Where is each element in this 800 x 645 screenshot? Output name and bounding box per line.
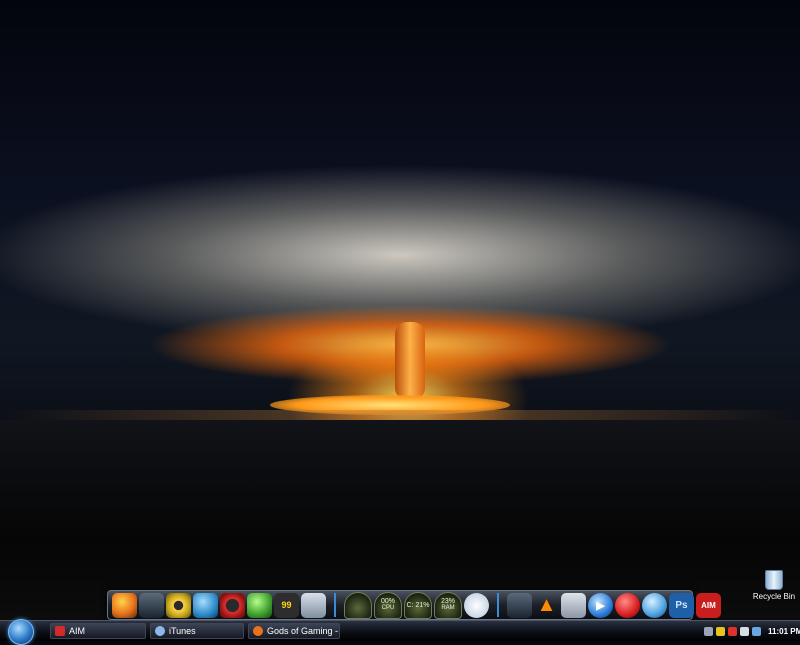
cpu-gauge-value: 00% [380, 598, 395, 605]
wallpaper-explosion-stem [395, 322, 425, 400]
tray-shield-icon[interactable] [716, 626, 725, 636]
photoshop-icon[interactable]: Ps [669, 592, 694, 618]
wallpaper-horizon [0, 410, 800, 420]
aim-running-man-icon[interactable] [615, 592, 640, 618]
blank-gauge [344, 591, 372, 619]
drive-icon[interactable] [561, 592, 586, 618]
red-ring-icon[interactable] [220, 592, 245, 618]
steam-icon[interactable] [139, 592, 164, 618]
task-aim[interactable]: AIM [50, 623, 146, 639]
recycle-bin-label: Recycle Bin [752, 592, 796, 601]
tray-network-icon[interactable] [752, 626, 761, 636]
network-icon[interactable] [642, 592, 667, 618]
terminal-icon[interactable] [507, 592, 532, 618]
tray-aim-icon[interactable] [728, 626, 737, 636]
desktop-wallpaper: Recycle Bin 99 00% CPU C: 21% 23% RAM ▲ [0, 0, 800, 620]
aim-icon [55, 626, 65, 636]
dock-separator [497, 593, 499, 617]
drive-gauge: C: 21% [404, 591, 432, 619]
tray-chevron-icon[interactable] [704, 626, 713, 636]
start-orb-icon[interactable] [8, 619, 34, 645]
recycle-bin-shortcut[interactable]: Recycle Bin [752, 570, 796, 601]
task-aim-label: AIM [69, 626, 86, 636]
clock-icon[interactable] [464, 592, 489, 618]
dock-separator [334, 593, 336, 617]
globe-icon[interactable] [193, 592, 218, 618]
green-grid-icon[interactable] [247, 592, 272, 618]
firefox-icon [253, 626, 263, 636]
tray-speaker-icon[interactable] [740, 626, 749, 636]
recycle-bin-icon [765, 570, 783, 590]
task-itunes-label: iTunes [169, 626, 196, 636]
ram-gauge: 23% RAM [434, 591, 462, 619]
score-99-icon[interactable]: 99 [274, 592, 299, 618]
ram-gauge-label: RAM [441, 605, 455, 611]
itunes-icon [155, 626, 165, 636]
system-tray: 11:01 PM [704, 623, 800, 639]
firefox-icon[interactable] [112, 592, 137, 618]
cpu-gauge-label: CPU [381, 605, 395, 611]
cpu-gauge: 00% CPU [374, 591, 402, 619]
vlc-icon[interactable]: ▲ [534, 593, 559, 618]
taskbar: AIM iTunes Gods of Gaming - ... 11:01 PM [0, 619, 800, 645]
dock: 99 00% CPU C: 21% 23% RAM ▲ ▶ Ps AIM [107, 590, 721, 620]
aim-icon[interactable]: AIM [696, 592, 721, 618]
media-player-icon[interactable]: ▶ [588, 592, 613, 618]
target-icon[interactable] [166, 592, 191, 618]
task-itunes[interactable]: iTunes [150, 623, 244, 639]
ram-gauge-value: 23% [440, 598, 455, 605]
clock[interactable]: 11:01 PM [768, 627, 800, 636]
monitor-icon[interactable] [301, 592, 326, 618]
drive-gauge-value: C: 21% [406, 601, 430, 609]
task-gods-of-gaming[interactable]: Gods of Gaming - ... [248, 623, 340, 639]
task-gods-of-gaming-label: Gods of Gaming - ... [267, 626, 340, 636]
